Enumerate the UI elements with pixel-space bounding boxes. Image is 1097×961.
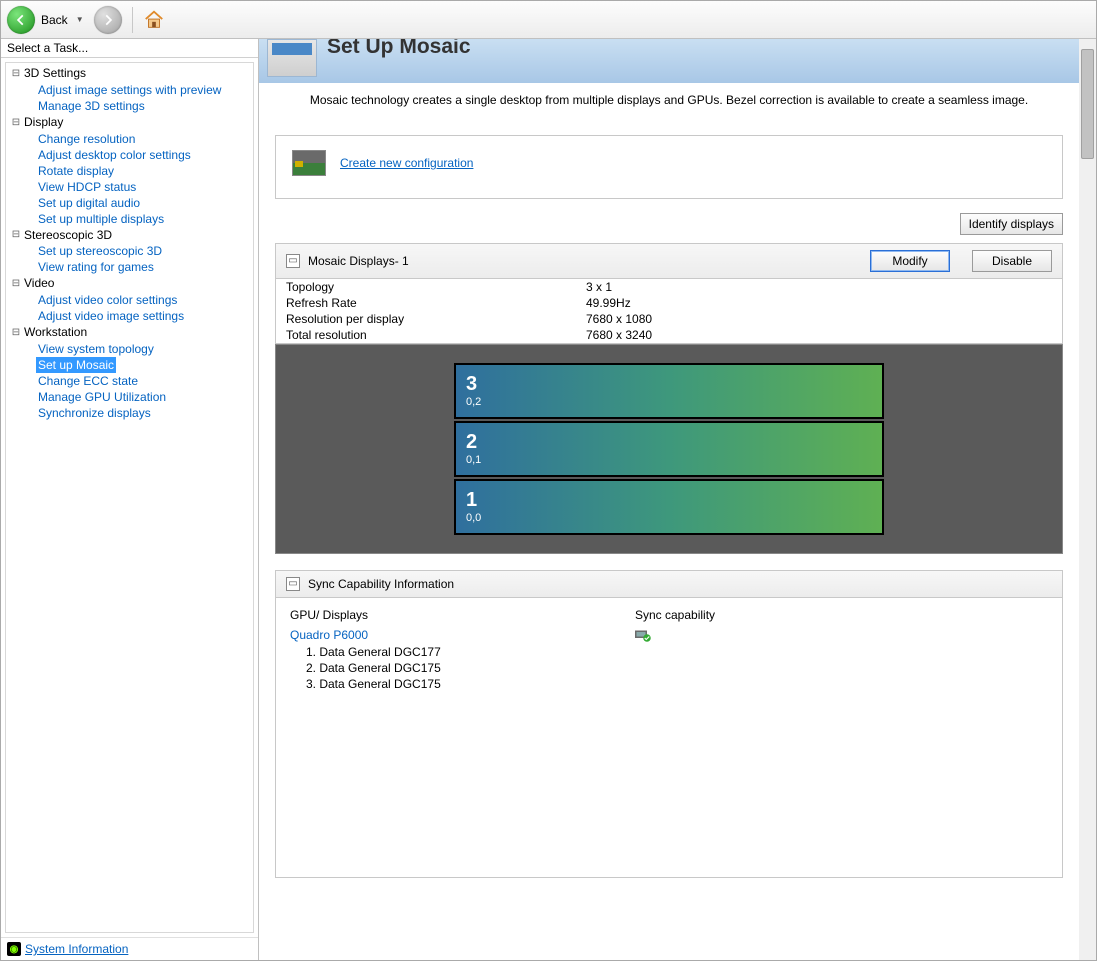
collapse-icon[interactable]: ▭ <box>286 254 300 268</box>
mosaic-icon <box>267 39 317 77</box>
tree-category[interactable]: Stereoscopic 3D <box>22 227 114 243</box>
home-icon[interactable] <box>143 9 165 31</box>
sync-col-capability: Sync capability <box>635 608 715 622</box>
mosaic-section-title: Mosaic Displays- 1 <box>308 254 409 268</box>
tree-item[interactable]: Set up multiple displays <box>36 211 166 227</box>
tree-twisty-icon[interactable]: ⊟ <box>10 227 22 243</box>
property-value: 49.99Hz <box>586 296 631 310</box>
tree-item[interactable]: View HDCP status <box>36 179 138 195</box>
tree-item[interactable]: Adjust desktop color settings <box>36 147 193 163</box>
property-value: 7680 x 1080 <box>586 312 652 326</box>
tree-category[interactable]: Video <box>22 275 56 291</box>
mosaic-section-header: ▭ Mosaic Displays- 1 Modify Disable <box>275 243 1063 279</box>
property-row: Resolution per display7680 x 1080 <box>276 311 1062 327</box>
modify-button[interactable]: Modify <box>870 250 950 272</box>
sync-section-header: ▭ Sync Capability Information <box>275 570 1063 598</box>
identify-displays-button[interactable]: Identify displays <box>960 213 1063 235</box>
top-toolbar: Back ▼ <box>1 1 1096 39</box>
tree-category[interactable]: Workstation <box>22 324 89 340</box>
system-information-row: ◉ System Information <box>1 937 258 960</box>
back-button[interactable] <box>7 6 35 34</box>
config-thumbnail-icon <box>292 150 326 176</box>
tree-item[interactable]: Synchronize displays <box>36 405 153 421</box>
tree-twisty-icon[interactable]: ⊟ <box>10 66 22 82</box>
tree-item[interactable]: Set up stereoscopic 3D <box>36 243 164 259</box>
task-sidebar: Select a Task... ⊟3D SettingsAdjust imag… <box>1 39 259 960</box>
tree-item[interactable]: Change resolution <box>36 131 137 147</box>
tree-item[interactable]: Adjust video color settings <box>36 292 179 308</box>
property-value: 7680 x 3240 <box>586 328 652 342</box>
vertical-scrollbar[interactable] <box>1079 39 1096 960</box>
sync-ok-icon <box>635 628 651 640</box>
sync-panel: GPU/ Displays Sync capability Quadro P60… <box>275 598 1063 878</box>
page-header: Set Up Mosaic <box>259 39 1079 83</box>
tree-item[interactable]: Adjust image settings with preview <box>36 82 223 98</box>
sync-col-gpu: GPU/ Displays <box>290 608 635 622</box>
nvidia-icon: ◉ <box>7 942 21 956</box>
back-dropdown-icon[interactable]: ▼ <box>76 15 84 24</box>
tree-item[interactable]: Change ECC state <box>36 373 140 389</box>
property-row: Refresh Rate49.99Hz <box>276 295 1062 311</box>
sync-display-item: 3. Data General DGC175 <box>276 676 1062 692</box>
display-box[interactable]: 10,0 <box>454 479 884 535</box>
disable-button[interactable]: Disable <box>972 250 1052 272</box>
sync-section-title: Sync Capability Information <box>308 577 454 591</box>
property-key: Total resolution <box>286 328 586 342</box>
tree-item[interactable]: View system topology <box>36 341 156 357</box>
display-number: 2 <box>466 432 872 452</box>
display-coord: 0,1 <box>466 454 872 466</box>
tree-item[interactable]: Adjust video image settings <box>36 308 186 324</box>
property-key: Refresh Rate <box>286 296 586 310</box>
task-tree[interactable]: ⊟3D SettingsAdjust image settings with p… <box>5 62 254 933</box>
tree-twisty-icon[interactable]: ⊟ <box>10 115 22 131</box>
scrollbar-thumb[interactable] <box>1081 49 1094 159</box>
property-row: Total resolution7680 x 3240 <box>276 327 1062 343</box>
page-description: Mosaic technology creates a single deskt… <box>259 83 1079 135</box>
property-key: Topology <box>286 280 586 294</box>
display-box[interactable]: 30,2 <box>454 363 884 419</box>
task-header: Select a Task... <box>1 39 258 58</box>
create-configuration-link[interactable]: Create new configuration <box>340 156 473 170</box>
display-number: 1 <box>466 490 872 510</box>
tree-category[interactable]: 3D Settings <box>22 65 88 81</box>
forward-button[interactable] <box>94 6 122 34</box>
collapse-icon[interactable]: ▭ <box>286 577 300 591</box>
tree-item[interactable]: Manage GPU Utilization <box>36 389 168 405</box>
tree-item[interactable]: Manage 3D settings <box>36 98 147 114</box>
property-value: 3 x 1 <box>586 280 612 294</box>
tree-item[interactable]: Set up digital audio <box>36 195 142 211</box>
sync-display-item: 2. Data General DGC175 <box>276 660 1062 676</box>
page-title: Set Up Mosaic <box>327 39 471 59</box>
sync-display-item: 1. Data General DGC177 <box>276 644 1062 660</box>
property-key: Resolution per display <box>286 312 586 326</box>
tree-twisty-icon[interactable]: ⊟ <box>10 325 22 341</box>
tree-item[interactable]: View rating for games <box>36 259 156 275</box>
toolbar-separator <box>132 7 133 33</box>
display-box[interactable]: 20,1 <box>454 421 884 477</box>
content-area: Set Up Mosaic Mosaic technology creates … <box>259 39 1079 960</box>
property-row: Topology3 x 1 <box>276 279 1062 295</box>
display-visualization: 30,220,110,0 <box>275 344 1063 554</box>
display-number: 3 <box>466 374 872 394</box>
system-information-link[interactable]: System Information <box>25 942 128 956</box>
tree-item[interactable]: Set up Mosaic <box>36 357 116 373</box>
tree-twisty-icon[interactable]: ⊟ <box>10 276 22 292</box>
gpu-name[interactable]: Quadro P6000 <box>290 628 635 642</box>
back-label: Back <box>41 13 68 27</box>
display-coord: 0,2 <box>466 396 872 408</box>
create-panel: Create new configuration <box>275 135 1063 199</box>
tree-category[interactable]: Display <box>22 114 65 130</box>
tree-item[interactable]: Rotate display <box>36 163 116 179</box>
display-coord: 0,0 <box>466 512 872 524</box>
mosaic-properties: Topology3 x 1Refresh Rate49.99HzResoluti… <box>275 279 1063 344</box>
